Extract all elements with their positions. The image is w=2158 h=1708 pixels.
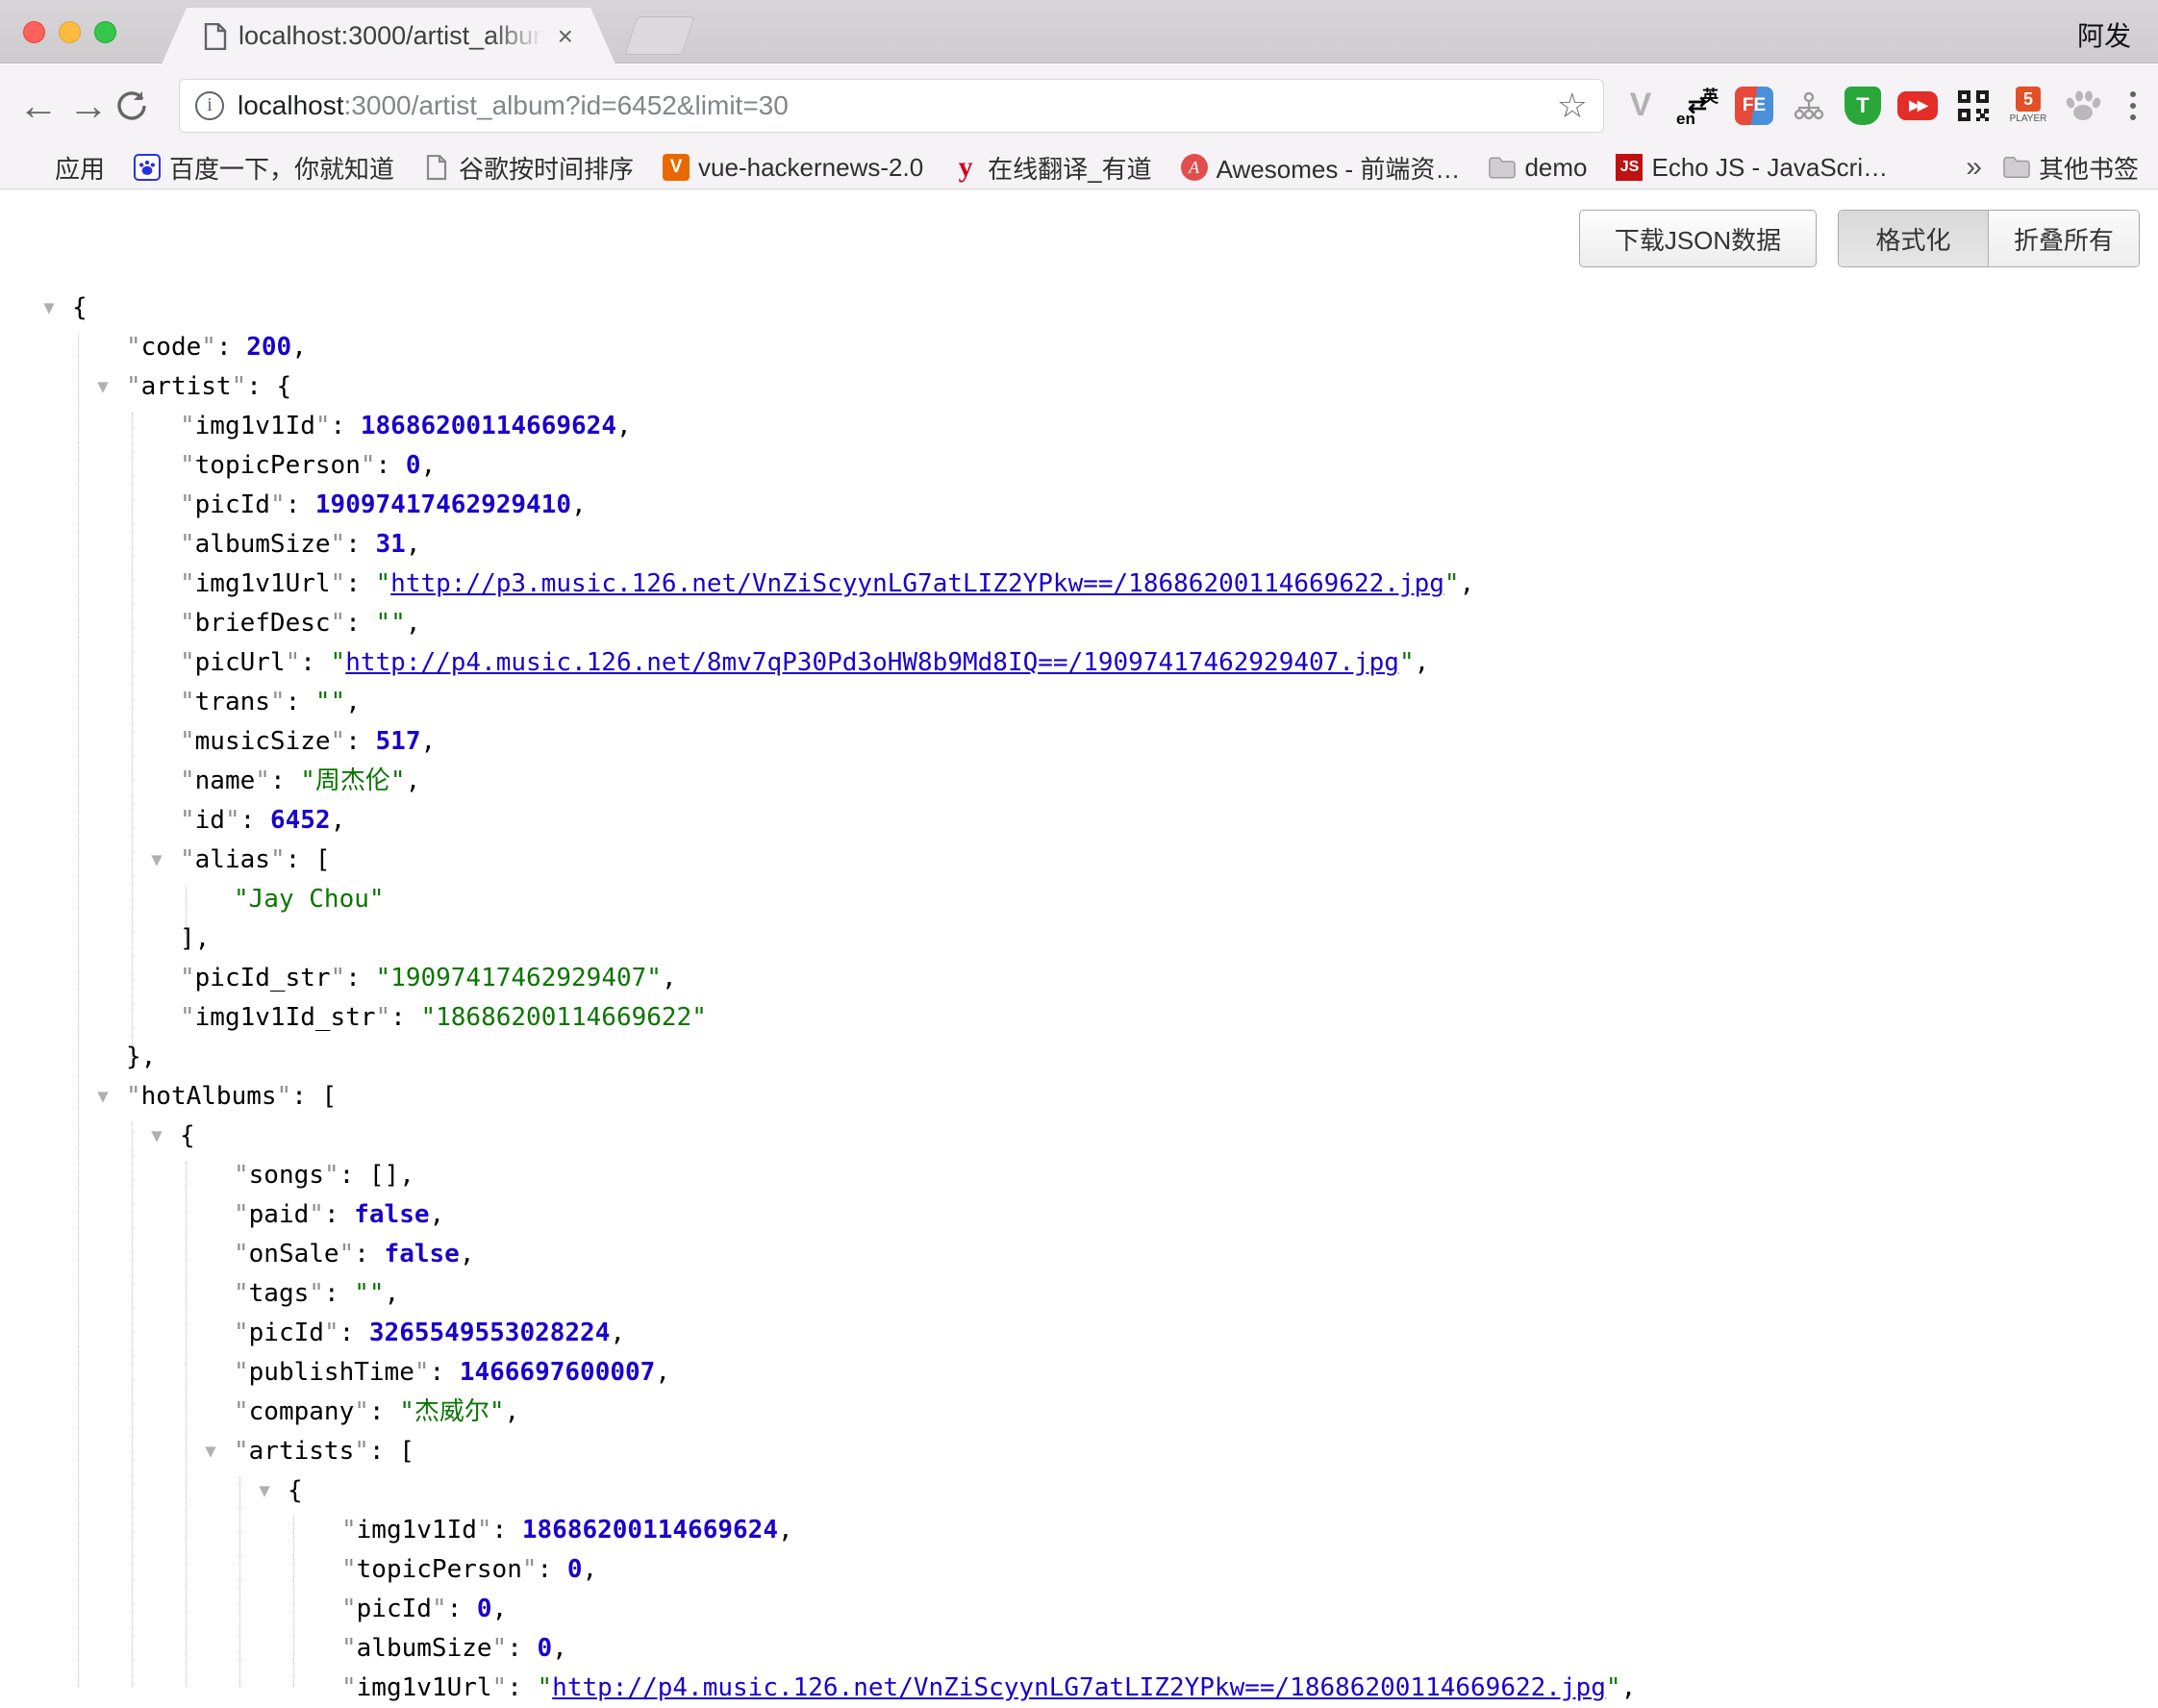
bookmark-label: Echo JS - JavaScri… (1651, 153, 1888, 183)
bookmarks-bar: 应用 百度一下，你就知道 谷歌按时间排序 Vvue-hackernews-2.0 y 在线… (0, 146, 2158, 189)
fullscreen-window-button[interactable] (94, 21, 116, 43)
page-content: 下载JSON数据 格式化 折叠所有 (0, 190, 2158, 1687)
view-mode-segmented-control: 格式化 折叠所有 (1838, 210, 2140, 267)
url-path: :3000/artist_album?id=6452&limit=30 (344, 90, 789, 120)
bookmark-label: 在线翻译_有道 (988, 150, 1151, 186)
url-text: localhost:3000/artist_album?id=6452&limi… (238, 90, 1545, 121)
video-speed-extension-button[interactable]: ▶▶ (1897, 91, 1938, 120)
baidu-icon (134, 154, 161, 181)
bookmarks-items: 应用 百度一下，你就知道 谷歌按时间排序 Vvue-hackernews-2.0 y 在线… (19, 150, 1888, 186)
browser-menu-icon[interactable] (2116, 91, 2150, 120)
fe-helper-extension-button[interactable]: FE (1735, 87, 1773, 125)
sitemap-extension-button[interactable] (1790, 85, 1828, 127)
page-favicon-icon (204, 23, 227, 50)
bookmarks-overflow-icon[interactable]: » (1966, 151, 1982, 184)
bookmark-item[interactable]: demo (1489, 153, 1587, 183)
forward-button[interactable]: → (63, 86, 113, 126)
awesomes-icon: A (1181, 154, 1208, 181)
bookmark-item[interactable]: 应用 (19, 150, 105, 186)
tab-close-icon[interactable]: × (558, 23, 573, 50)
bookmark-label: 百度一下，你就知道 (169, 150, 394, 186)
back-button[interactable]: ← (13, 86, 63, 126)
active-tab[interactable]: localhost:3000/artist_album?id × (162, 8, 615, 64)
html5-player-extension-button[interactable]: 5PLAYER (2009, 85, 2047, 127)
address-bar[interactable]: i localhost:3000/artist_album?id=6452&li… (179, 79, 1604, 133)
qr-code-extension-button[interactable] (1954, 85, 1993, 127)
bookmark-label: demo (1524, 153, 1587, 183)
paw-extension-button[interactable] (2064, 85, 2102, 127)
bookmark-label: 应用 (55, 150, 105, 186)
bookmark-item[interactable]: 谷歌按时间排序 (423, 150, 634, 186)
other-bookmarks-folder[interactable]: 其他书签 (2003, 150, 2139, 186)
reload-button[interactable] (113, 88, 163, 124)
tab-bar: localhost:3000/artist_album?id × 阿发 (0, 0, 2158, 63)
bookmark-item[interactable]: 百度一下，你就知道 (134, 150, 394, 186)
bookmark-item[interactable]: y 在线翻译_有道 (952, 150, 1151, 186)
collapse-all-button[interactable]: 折叠所有 (1989, 211, 2139, 266)
doc-icon (423, 154, 450, 181)
folder-icon (2003, 154, 2030, 181)
download-json-button[interactable]: 下载JSON数据 (1579, 210, 1817, 267)
minimize-window-button[interactable] (59, 21, 81, 43)
bookmark-item[interactable]: A Awesomes - 前端资… (1181, 150, 1461, 186)
site-info-icon[interactable]: i (195, 91, 224, 120)
echojs-icon: JS (1616, 154, 1643, 181)
vue-devtools-extension-button[interactable]: V (1621, 85, 1660, 127)
window-controls (23, 21, 116, 43)
youdao-icon: y (952, 154, 979, 181)
format-button[interactable]: 格式化 (1839, 211, 1989, 266)
tab-title: localhost:3000/artist_album?id (238, 21, 544, 51)
folder-icon (1489, 154, 1516, 181)
tampermonkey-extension-button[interactable]: T (1844, 87, 1881, 125)
bookmark-label: Awesomes - 前端资… (1217, 150, 1461, 186)
bookmark-item[interactable]: Vvue-hackernews-2.0 (663, 153, 923, 183)
navigation-toolbar: ← → i localhost:3000/artist_album?id=645… (0, 64, 2158, 146)
vue-icon: V (663, 154, 690, 181)
bookmarks-right: » 其他书签 (1966, 150, 2139, 186)
bookmark-label: 谷歌按时间排序 (459, 150, 634, 186)
apps-icon (19, 154, 46, 181)
new-tab-button[interactable] (625, 16, 695, 55)
close-window-button[interactable] (23, 21, 45, 43)
translate-extension-button[interactable]: 英⇄en (1676, 85, 1719, 127)
bookmark-item[interactable]: JS Echo JS - JavaScri… (1616, 153, 1888, 183)
extensions-row: V 英⇄en FE T ▶▶ 5PLAYER (1621, 85, 2102, 127)
other-bookmarks-label: 其他书签 (2039, 150, 2139, 186)
url-host: localhost (238, 90, 344, 120)
profile-name[interactable]: 阿发 (2077, 15, 2131, 54)
bookmark-star-icon[interactable]: ☆ (1557, 86, 1588, 126)
bookmark-label: vue-hackernews-2.0 (698, 153, 923, 183)
